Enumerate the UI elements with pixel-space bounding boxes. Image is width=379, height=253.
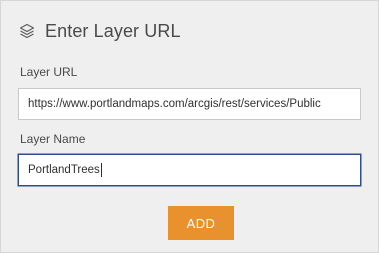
layer-name-value: PortlandTrees bbox=[28, 164, 100, 176]
layer-name-input[interactable]: PortlandTrees bbox=[18, 154, 361, 186]
layer-url-label: Layer URL bbox=[20, 65, 78, 79]
panel-header: Enter Layer URL bbox=[18, 19, 181, 43]
layer-url-value: https://www.portlandmaps.com/arcgis/rest… bbox=[28, 98, 321, 110]
panel-title: Enter Layer URL bbox=[45, 20, 181, 41]
layer-url-input[interactable]: https://www.portlandmaps.com/arcgis/rest… bbox=[18, 88, 361, 120]
text-cursor bbox=[100, 162, 102, 177]
layers-icon bbox=[18, 22, 36, 40]
add-button[interactable]: ADD bbox=[168, 206, 234, 240]
add-layer-panel: Enter Layer URL Layer URL https://www.po… bbox=[0, 0, 379, 253]
layer-name-label: Layer Name bbox=[20, 132, 86, 146]
